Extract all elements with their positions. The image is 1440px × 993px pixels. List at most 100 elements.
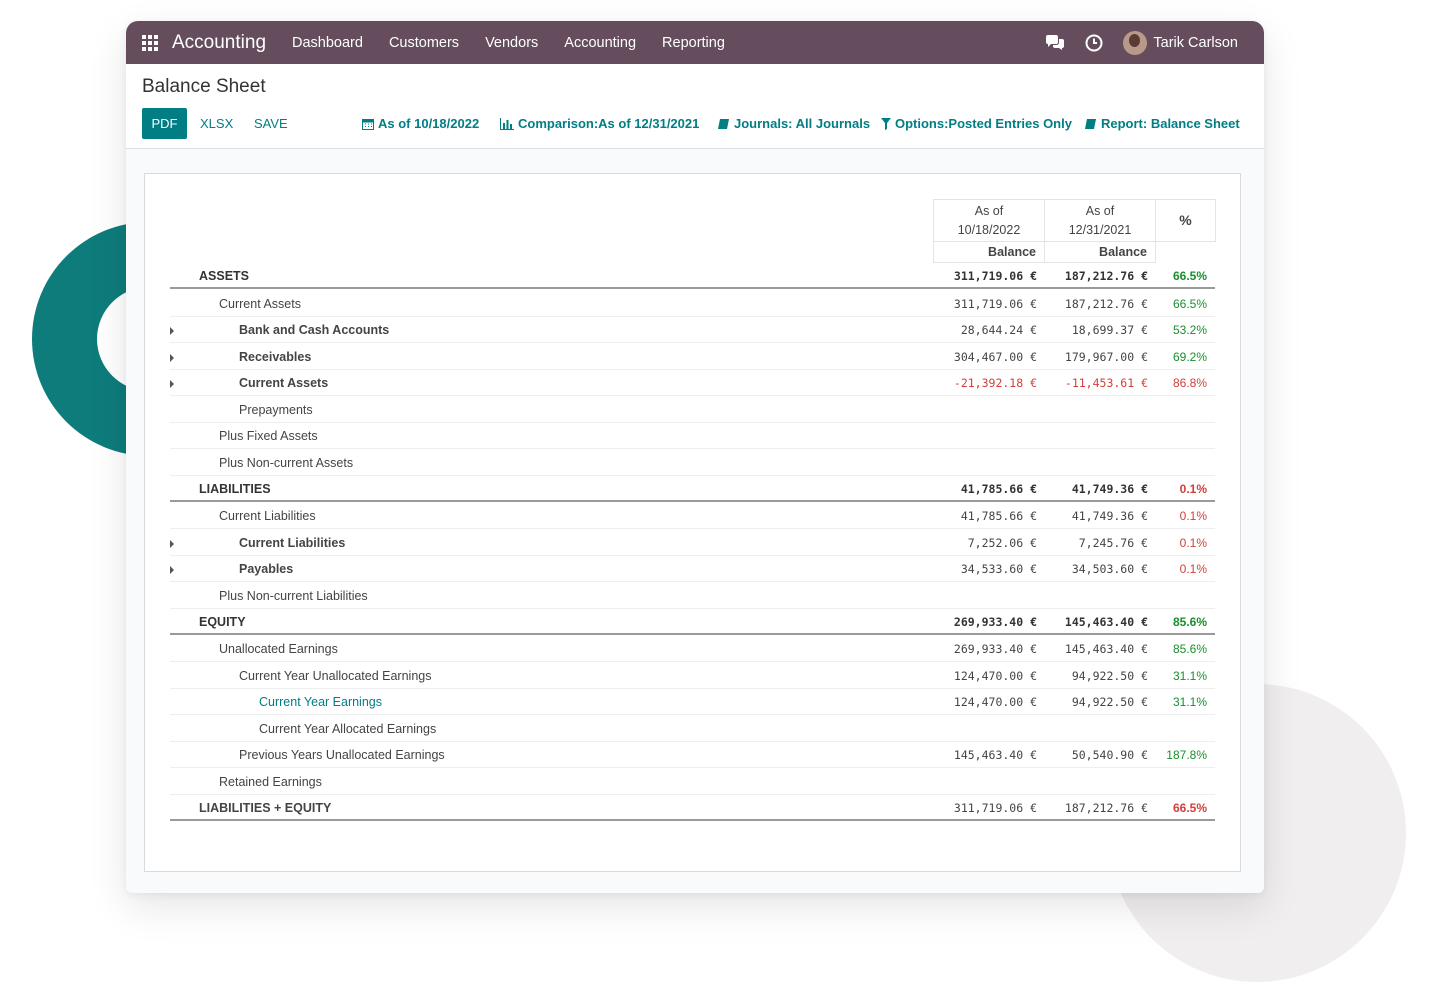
row-label: Plus Fixed Assets bbox=[219, 429, 318, 443]
comparison-filter[interactable]: Comparison:As of 12/31/2021 bbox=[500, 108, 699, 139]
app-name[interactable]: Accounting bbox=[172, 32, 266, 54]
table-row-receivables[interactable]: Receivables 304,467.00 € 179,967.00 € 69… bbox=[170, 344, 1215, 370]
expand-caret-icon[interactable] bbox=[170, 354, 174, 362]
header-date: 10/18/2022 bbox=[957, 222, 1021, 237]
row-label[interactable]: Current Assets bbox=[239, 376, 328, 390]
row-label[interactable]: Current Liabilities bbox=[239, 536, 345, 550]
table-row-retained-earnings: Retained Earnings bbox=[170, 769, 1215, 795]
percent-change: 86.8% bbox=[1172, 376, 1207, 390]
header-as-of: As of bbox=[974, 203, 1004, 218]
percent-change: 0.1% bbox=[1179, 482, 1207, 496]
table-row-py-unallocated: Previous Years Unallocated Earnings 145,… bbox=[170, 742, 1215, 768]
user-avatar[interactable] bbox=[1123, 30, 1148, 55]
balance-current: 269,933.40 € bbox=[953, 615, 1037, 629]
row-label: Plus Non-current Assets bbox=[219, 456, 354, 470]
table-row-cy-earnings[interactable]: Current Year Earnings 124,470.00 € 94,92… bbox=[170, 689, 1215, 715]
nav-item-accounting[interactable]: Accounting bbox=[564, 35, 636, 51]
app-window: Accounting Dashboard Customers Vendors A… bbox=[126, 21, 1264, 893]
journals-filter-label: Journals: All Journals bbox=[734, 116, 871, 131]
balance-comparison: 94,922.50 € bbox=[1071, 669, 1148, 683]
row-label: Current Year Unallocated Earnings bbox=[239, 669, 432, 683]
table-row-current-liabilities-group: Current Liabilities 41,785.66 € 41,749.3… bbox=[170, 503, 1215, 529]
page-title: Balance Sheet bbox=[142, 76, 266, 97]
nav-item-dashboard[interactable]: Dashboard bbox=[292, 35, 363, 51]
percent-change: 0.1% bbox=[1179, 536, 1207, 550]
date-filter[interactable]: As of 10/18/2022 bbox=[362, 108, 479, 139]
percent-change: 31.1% bbox=[1172, 669, 1207, 683]
column-header-balance: Balance bbox=[933, 241, 1045, 263]
balance-current: 124,470.00 € bbox=[953, 695, 1037, 709]
balance-current: 41,785.66 € bbox=[960, 482, 1037, 496]
row-label: Previous Years Unallocated Earnings bbox=[239, 748, 445, 762]
table-row-noncurrent-liabilities: Plus Non-current Liabilities bbox=[170, 583, 1215, 609]
table-row-current-liabilities[interactable]: Current Liabilities 7,252.06 € 7,245.76 … bbox=[170, 530, 1215, 556]
balance-comparison: 50,540.90 € bbox=[1071, 748, 1148, 762]
row-label[interactable]: Receivables bbox=[239, 350, 311, 364]
clock-icon[interactable] bbox=[1083, 32, 1105, 54]
apps-menu-icon[interactable] bbox=[142, 34, 158, 51]
expand-caret-icon[interactable] bbox=[170, 566, 174, 574]
row-label: LIABILITIES + EQUITY bbox=[199, 801, 332, 815]
balance-current: 311,719.06 € bbox=[953, 801, 1037, 815]
options-filter[interactable]: Options:Posted Entries Only bbox=[881, 108, 1072, 139]
filter-icon bbox=[881, 117, 891, 130]
journals-filter[interactable]: Journals: All Journals bbox=[718, 108, 870, 139]
balance-current: 269,933.40 € bbox=[953, 642, 1037, 656]
table-row-payables[interactable]: Payables 34,533.60 € 34,503.60 € 0.1% bbox=[170, 556, 1215, 582]
balance-current: 28,644.24 € bbox=[960, 323, 1037, 337]
header-date: 12/31/2021 bbox=[1068, 222, 1132, 237]
table-row-unallocated-earnings: Unallocated Earnings 269,933.40 € 145,46… bbox=[170, 636, 1215, 662]
cy-earnings-link[interactable]: Current Year Earnings bbox=[259, 695, 382, 709]
header-as-of: As of bbox=[1085, 203, 1115, 218]
table-row-cy-unallocated: Current Year Unallocated Earnings 124,47… bbox=[170, 663, 1215, 689]
top-navbar: Accounting Dashboard Customers Vendors A… bbox=[126, 21, 1264, 64]
navbar-systray: Tarik Carlson bbox=[1027, 30, 1264, 55]
percent-change: 0.1% bbox=[1179, 562, 1207, 576]
user-name[interactable]: Tarik Carlson bbox=[1153, 35, 1238, 51]
table-row-cy-allocated: Current Year Allocated Earnings bbox=[170, 716, 1215, 742]
balance-comparison: 179,967.00 € bbox=[1064, 350, 1148, 364]
row-label: ASSETS bbox=[199, 269, 250, 283]
book-icon bbox=[1085, 118, 1096, 129]
row-label[interactable]: Bank and Cash Accounts bbox=[239, 323, 389, 337]
report-sheet: As of 10/18/2022 As of 12/31/2021 % Balanc… bbox=[144, 173, 1241, 872]
chat-icon[interactable] bbox=[1044, 32, 1066, 54]
row-label: Current Liabilities bbox=[219, 509, 316, 523]
table-row-bank-cash[interactable]: Bank and Cash Accounts 28,644.24 € 18,69… bbox=[170, 317, 1215, 343]
nav-item-vendors[interactable]: Vendors bbox=[485, 35, 538, 51]
nav-item-reporting[interactable]: Reporting bbox=[662, 35, 725, 51]
percent-change: 66.5% bbox=[1172, 297, 1207, 311]
table-row-fixed-assets: Plus Fixed Assets bbox=[170, 423, 1215, 449]
pdf-button[interactable]: PDF bbox=[142, 108, 187, 139]
row-label: Prepayments bbox=[239, 403, 313, 417]
row-label: EQUITY bbox=[199, 615, 246, 629]
balance-current: 124,470.00 € bbox=[953, 669, 1037, 683]
report-filter-label: Report: Balance Sheet bbox=[1101, 116, 1240, 131]
percent-change: 31.1% bbox=[1172, 695, 1207, 709]
save-button[interactable]: SAVE bbox=[254, 108, 288, 139]
table-row-current-assets-group: Current Assets 311,719.06 € 187,212.76 €… bbox=[170, 291, 1215, 317]
expand-caret-icon[interactable] bbox=[170, 380, 174, 388]
table-row-liabilities-equity: LIABILITIES + EQUITY 311,719.06 € 187,21… bbox=[170, 795, 1215, 821]
balance-current: 145,463.40 € bbox=[953, 748, 1037, 762]
report-filter[interactable]: Report: Balance Sheet bbox=[1085, 108, 1240, 139]
xlsx-button[interactable]: XLSX bbox=[200, 108, 233, 139]
options-filter-label: Options:Posted Entries Only bbox=[895, 116, 1072, 131]
row-label: Unallocated Earnings bbox=[219, 642, 338, 656]
balance-comparison: 187,212.76 € bbox=[1064, 297, 1148, 311]
expand-caret-icon[interactable] bbox=[170, 327, 174, 335]
row-label[interactable]: Payables bbox=[239, 562, 293, 576]
column-header-comparison: As of 12/31/2021 bbox=[1044, 199, 1156, 242]
balance-comparison: 18,699.37 € bbox=[1071, 323, 1148, 337]
balance-comparison: 187,212.76 € bbox=[1064, 269, 1148, 283]
nav-item-customers[interactable]: Customers bbox=[389, 35, 459, 51]
balance-current: 311,719.06 € bbox=[953, 269, 1037, 283]
balance-comparison: 187,212.76 € bbox=[1064, 801, 1148, 815]
table-row-current-assets[interactable]: Current Assets -21,392.18 € -11,453.61 €… bbox=[170, 370, 1215, 396]
balance-comparison: 7,245.76 € bbox=[1078, 536, 1148, 550]
percent-change: 85.6% bbox=[1172, 642, 1207, 656]
table-row-liabilities: LIABILITIES 41,785.66 € 41,749.36 € 0.1% bbox=[170, 476, 1215, 502]
date-filter-label: As of 10/18/2022 bbox=[378, 116, 480, 131]
row-label: Plus Non-current Liabilities bbox=[219, 589, 368, 603]
expand-caret-icon[interactable] bbox=[170, 540, 174, 548]
